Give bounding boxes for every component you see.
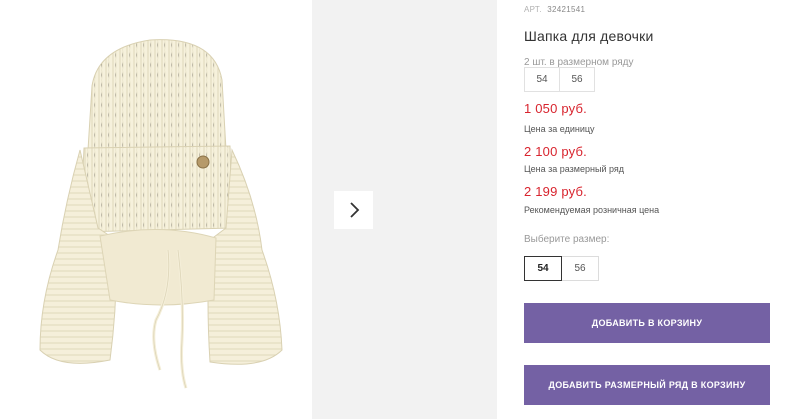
size-set-list: 54 56 — [524, 67, 595, 92]
size-set-item: 56 — [559, 67, 595, 92]
unit-price-label: Цена за единицу — [524, 124, 595, 134]
size-set-item: 54 — [524, 67, 560, 92]
article-number: АРТ. 32421541 — [524, 5, 585, 14]
set-price: 2 100 руб. — [524, 144, 587, 159]
gallery-next-button[interactable] — [334, 191, 373, 229]
add-size-set-to-cart-button[interactable]: Добавить размерный ряд в корзину — [524, 365, 770, 405]
size-option-54[interactable]: 54 — [524, 256, 562, 281]
article-label: АРТ. — [524, 5, 542, 14]
product-image — [0, 0, 312, 419]
choose-size-label: Выберите размер: — [524, 234, 610, 245]
article-value: 32421541 — [547, 5, 586, 14]
set-price-label: Цена за размерный ряд — [524, 164, 625, 174]
product-title: Шапка для девочки — [524, 28, 654, 44]
knitted-hat-image — [39, 39, 283, 389]
unit-price: 1 050 руб. — [524, 101, 587, 116]
size-option-56[interactable]: 56 — [561, 256, 599, 281]
chevron-right-icon — [349, 202, 359, 218]
size-picker: 54 56 — [524, 256, 599, 281]
retail-price: 2 199 руб. — [524, 184, 587, 199]
add-to-cart-button[interactable]: Добавить в корзину — [524, 303, 770, 343]
retail-price-label: Рекомендуемая розничная цена — [524, 205, 660, 215]
